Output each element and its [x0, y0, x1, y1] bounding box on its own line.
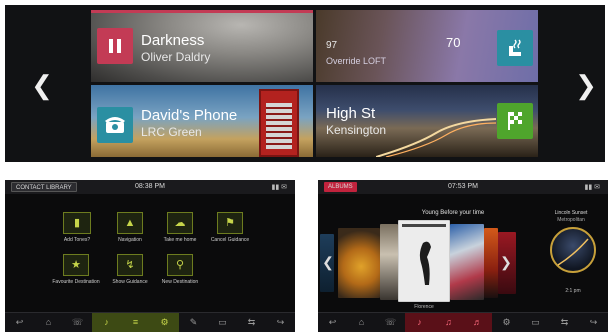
album-cover-selected[interactable] [398, 220, 450, 302]
albums-icon[interactable]: ♫ [434, 313, 463, 332]
phone-icon [105, 117, 125, 133]
tile-add-tones[interactable]: ▮ [63, 212, 91, 234]
home-icon[interactable]: ⌂ [34, 313, 63, 332]
playlist-icon[interactable]: ♬ [463, 313, 492, 332]
chevron-right-icon: ❯ [500, 254, 512, 270]
road-light-trail [376, 118, 496, 157]
albums-next-button[interactable]: ❯ [496, 242, 516, 282]
phone-box-picture [259, 89, 299, 157]
navigation-tile[interactable]: High St Kensington [316, 85, 538, 157]
climate-value: 70 [446, 35, 461, 50]
forward-icon[interactable]: ↪ [266, 313, 295, 332]
search-icon: ⚲ [175, 259, 185, 271]
music-tile[interactable]: Darkness Oliver Daldry [91, 10, 313, 82]
chevron-left-icon: ❮ [322, 254, 334, 270]
tile-navigation[interactable]: ▲ [117, 212, 143, 234]
chat-icon: ☁ [174, 217, 186, 229]
side-subtitle: Metropolitan [557, 217, 585, 223]
home-icon[interactable]: ⌂ [347, 313, 376, 332]
seat-heat-icon [509, 39, 521, 56]
screen-icon[interactable]: ▭ [208, 313, 237, 332]
status-bar: ALBUMS 07:53 PM ▮▮ ✉ [318, 180, 608, 194]
music-title: Darkness [141, 32, 205, 49]
route-icon: ↯ [125, 259, 135, 271]
climate-tile[interactable]: 97 70 Override LOFT [316, 10, 538, 82]
navigation-title: High St [326, 105, 376, 122]
navigation-subtitle: Kensington [326, 123, 387, 137]
now-playing-artist: Florence [414, 304, 434, 310]
phone-icon[interactable]: ☏ [63, 313, 92, 332]
tile-label: Add Tones? [63, 237, 91, 243]
now-playing-artwork[interactable] [550, 227, 596, 273]
side-title: Lincoln Sunset [554, 210, 588, 216]
tile-new-destination[interactable]: ⚲ [167, 254, 193, 276]
tile-favourite-destination[interactable]: ★ [63, 254, 89, 276]
climate-setting: 97 [326, 40, 338, 51]
status-bar: CONTACT LIBRARY 08:38 PM ▮▮ ✉ [5, 180, 295, 194]
tile-label: Show Guidance [112, 279, 148, 285]
tile-label: Navigation [118, 237, 142, 243]
edit-icon[interactable]: ✎ [179, 313, 208, 332]
side-time: 2:1 pm [565, 288, 581, 294]
phone-icon[interactable]: ☏ [376, 313, 405, 332]
album-cover[interactable] [380, 224, 398, 300]
clock: 08:38 PM [135, 183, 165, 190]
checkered-flag-icon [508, 112, 522, 130]
chevron-left-icon: ❮ [31, 70, 53, 100]
tile-label: New Destination [161, 279, 199, 285]
previous-page-button[interactable]: ❮ [27, 65, 57, 105]
album-cover[interactable] [338, 228, 380, 298]
settings-icon[interactable]: ⚙ [150, 313, 179, 332]
screen-icon[interactable]: ▭ [521, 313, 550, 332]
media-screen: ALBUMS 07:53 PM ▮▮ ✉ Young Before your t… [318, 180, 608, 332]
tile-cancel-guidance[interactable]: ⚑ [217, 212, 243, 234]
phone-subtitle: LRC Green [141, 125, 202, 139]
favourite-icon: ★ [71, 259, 81, 271]
phone-title: David's Phone [141, 107, 238, 124]
bottom-dock: ↩ ⌂ ☏ ♪ ♫ ♬ ⚙ ▭ ⇆ ↪ [318, 312, 608, 332]
settings-icon[interactable]: ⚙ [492, 313, 521, 332]
music-progress-line [91, 10, 313, 13]
tile-show-guidance[interactable]: ↯ [117, 254, 143, 276]
tile-label: Favourite Destination [52, 279, 100, 285]
swap-icon[interactable]: ⇆ [550, 313, 579, 332]
back-icon[interactable]: ↩ [318, 313, 347, 332]
music-artist: Oliver Daldry [141, 50, 211, 64]
tile-label: Cancel Guidance [210, 237, 250, 243]
tag-icon: ▮ [73, 217, 81, 229]
tile-take-me-home[interactable]: ☁ [167, 212, 193, 234]
pause-button[interactable] [97, 28, 133, 64]
pause-icon [109, 39, 121, 53]
phone-button[interactable] [97, 107, 133, 143]
tile-label: Take me home [163, 237, 197, 243]
flag-icon: ⚑ [225, 217, 235, 229]
seat-heat-button[interactable] [497, 30, 533, 66]
album-cover[interactable] [450, 224, 484, 300]
music-icon[interactable]: ♪ [405, 313, 434, 332]
next-page-button[interactable]: ❯ [571, 65, 601, 105]
home-screen: ❮ ❯ Darkness Oliver Daldry 97 70 Overrid… [5, 5, 605, 162]
signal-icon: ▮▮ ✉ [584, 184, 600, 191]
bottom-dock: ↩ ⌂ ☏ ♪ ≡ ⚙ ✎ ▭ ⇆ ↪ [5, 312, 295, 332]
contacts-screen: CONTACT LIBRARY 08:38 PM ▮▮ ✉ ▮ Add Tone… [5, 180, 295, 332]
signal-icon: ▮▮ ✉ [271, 184, 287, 191]
phone-tile[interactable]: David's Phone LRC Green [91, 85, 313, 157]
clock: 07:53 PM [448, 183, 478, 190]
navigation-icon: ▲ [124, 217, 136, 229]
destination-button[interactable] [497, 103, 533, 139]
climate-subtitle: Override LOFT [326, 56, 387, 66]
menu-icon[interactable]: ≡ [121, 313, 150, 332]
forward-icon[interactable]: ↪ [579, 313, 608, 332]
swap-icon[interactable]: ⇆ [237, 313, 266, 332]
music-icon[interactable]: ♪ [92, 313, 121, 332]
chevron-right-icon: ❯ [575, 70, 597, 100]
back-icon[interactable]: ↩ [5, 313, 34, 332]
now-playing-title: Young Before your time [421, 210, 485, 216]
album-art-figure [419, 241, 431, 285]
road-icon [557, 238, 589, 266]
albums-prev-button[interactable]: ❮ [318, 242, 338, 282]
